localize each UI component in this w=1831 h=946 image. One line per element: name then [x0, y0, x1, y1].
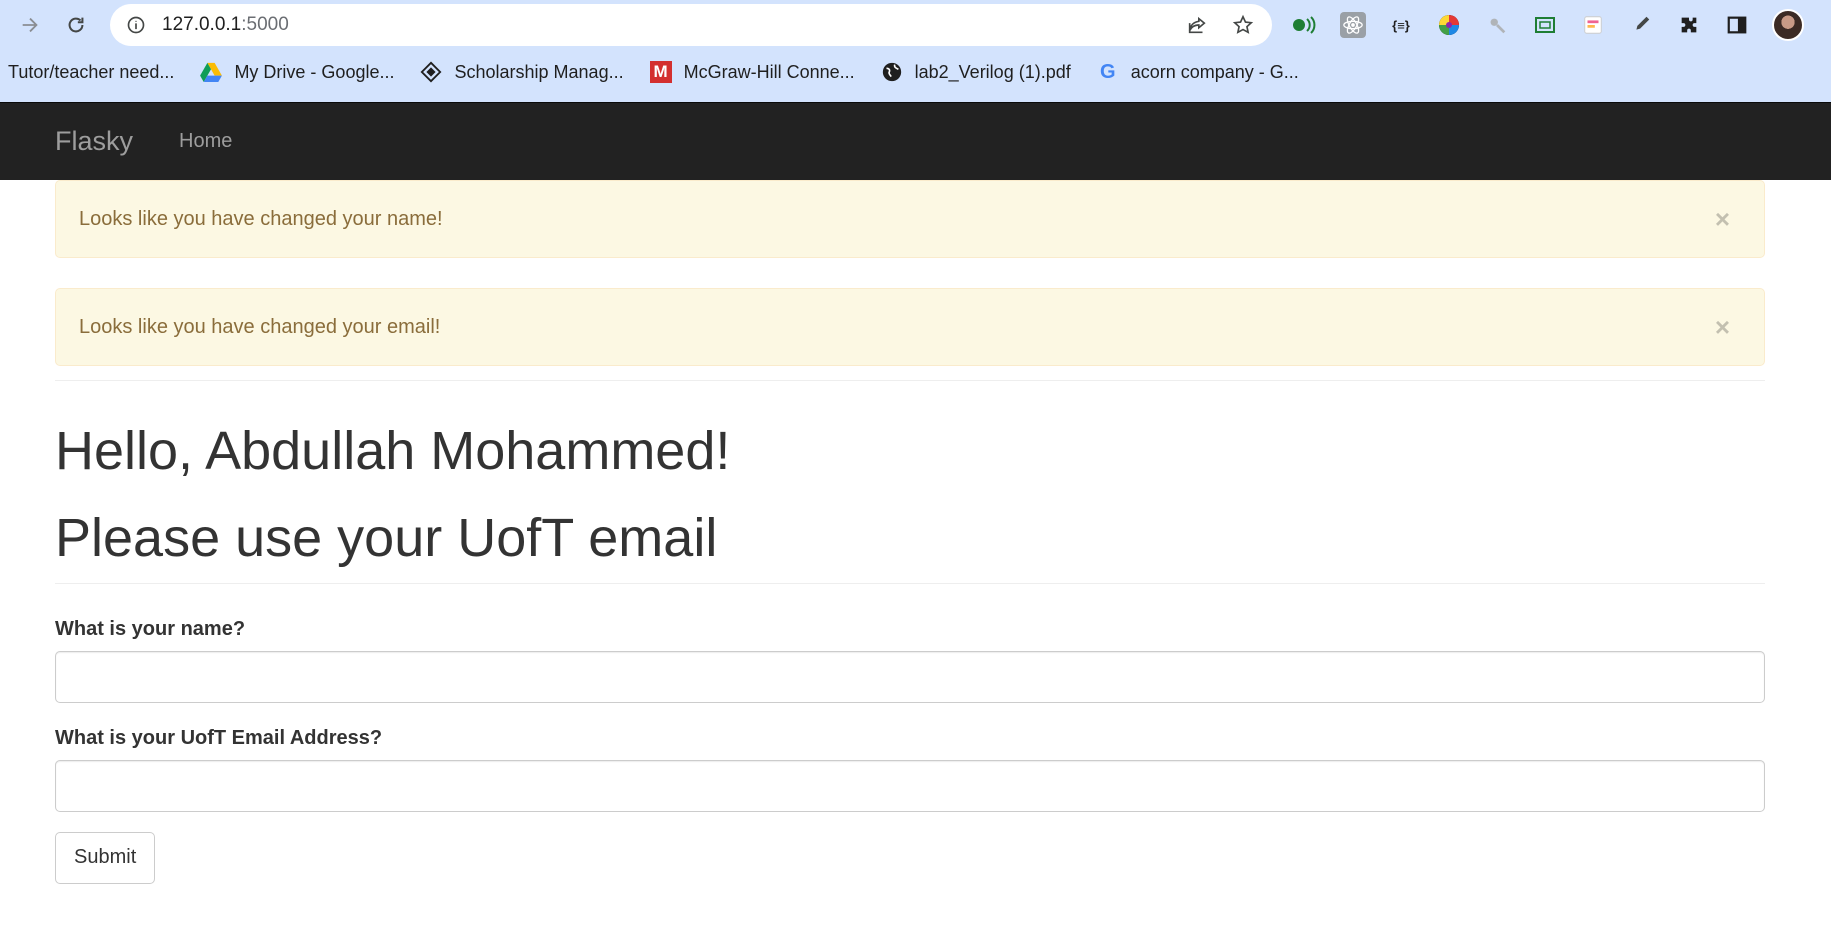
divider: [55, 380, 1765, 394]
scraper-extension-icon[interactable]: [1484, 12, 1510, 38]
main-container: Looks like you have changed your name! ×…: [55, 180, 1765, 884]
bookmark-mcgraw-hill[interactable]: M McGraw-Hill Conne...: [649, 61, 855, 83]
alert-close-button[interactable]: ×: [1715, 314, 1742, 340]
bookmark-label: My Drive - Google...: [234, 61, 395, 82]
bookmarks-bar: Tutor/teacher need... My Drive - Google.…: [0, 50, 1831, 94]
bookmark-acorn[interactable]: G acorn company - G...: [1097, 61, 1299, 83]
name-label: What is your name?: [55, 617, 246, 640]
navbar-brand[interactable]: Flasky: [55, 126, 133, 157]
bookmark-scholarship[interactable]: Scholarship Manag...: [420, 61, 624, 83]
audio-extension-icon[interactable]: [1292, 12, 1318, 38]
alert-name-changed: Looks like you have changed your name! ×: [55, 180, 1765, 258]
url-text[interactable]: 127.0.0.1:5000: [162, 14, 1166, 36]
bookmark-label: lab2_Verilog (1).pdf: [914, 61, 1071, 82]
mcgraw-hill-icon: M: [649, 61, 672, 83]
bookmark-label: Scholarship Manag...: [454, 61, 624, 82]
screenshot-icon[interactable]: [1532, 12, 1558, 38]
app-navbar: Flasky Home: [0, 102, 1831, 180]
layout-extension-icon[interactable]: [1580, 12, 1606, 38]
extensions-puzzle-icon[interactable]: [1676, 12, 1702, 38]
user-form: What is your name? What is your UofT Ema…: [55, 618, 1765, 884]
eyedropper-icon[interactable]: [1628, 12, 1654, 38]
react-devtools-icon[interactable]: [1340, 12, 1366, 38]
share-icon[interactable]: [1182, 10, 1212, 40]
site-info-icon[interactable]: [124, 13, 148, 37]
globe-icon: [881, 61, 903, 83]
name-form-group: What is your name?: [55, 618, 1765, 703]
diamond-icon: [420, 61, 442, 83]
alert-email-changed: Looks like you have changed your email! …: [55, 288, 1765, 366]
bookmark-tutor[interactable]: Tutor/teacher need...: [8, 62, 174, 83]
email-input[interactable]: [55, 759, 1765, 812]
browser-toolbar: 127.0.0.1:5000 {≡}: [0, 0, 1831, 50]
bookmark-lab2-verilog[interactable]: lab2_Verilog (1).pdf: [881, 61, 1071, 83]
address-bar[interactable]: 127.0.0.1:5000: [110, 4, 1272, 46]
email-form-group: What is your UofT Email Address?: [55, 727, 1765, 812]
bookmark-star-icon[interactable]: [1228, 10, 1258, 40]
bookmark-my-drive[interactable]: My Drive - Google...: [200, 61, 394, 83]
greeting-heading: Hello, Abdullah Mohammed!: [55, 421, 731, 481]
page-header: Hello, Abdullah Mohammed! Please use you…: [55, 421, 1765, 584]
nav-link-home[interactable]: Home: [179, 130, 232, 153]
alert-message: Looks like you have changed your name!: [79, 207, 443, 230]
notice-heading: Please use your UofT email: [55, 508, 718, 569]
json-formatter-icon[interactable]: {≡}: [1388, 12, 1414, 38]
name-input[interactable]: [55, 650, 1765, 703]
forward-arrow-icon[interactable]: [14, 9, 46, 41]
color-picker-icon[interactable]: [1436, 12, 1462, 38]
bookmark-label: McGraw-Hill Conne...: [683, 61, 855, 82]
browser-chrome: 127.0.0.1:5000 {≡} Tutor/teacher need...…: [0, 0, 1831, 102]
url-host: 127.0.0.1: [162, 14, 242, 35]
submit-button[interactable]: Submit: [55, 831, 156, 884]
google-drive-icon: [200, 61, 223, 83]
email-label: What is your UofT Email Address?: [55, 726, 383, 749]
profile-avatar[interactable]: [1772, 9, 1804, 41]
reload-icon[interactable]: [60, 9, 92, 41]
side-panel-icon[interactable]: [1724, 12, 1750, 38]
alert-close-button[interactable]: ×: [1715, 206, 1742, 232]
alert-message: Looks like you have changed your email!: [79, 315, 441, 338]
bookmark-label: acorn company - G...: [1130, 61, 1299, 82]
extensions-bar: {≡}: [1292, 9, 1804, 41]
google-icon: G: [1099, 60, 1116, 83]
bookmark-label: Tutor/teacher need...: [8, 61, 175, 82]
url-port: :5000: [241, 14, 289, 35]
